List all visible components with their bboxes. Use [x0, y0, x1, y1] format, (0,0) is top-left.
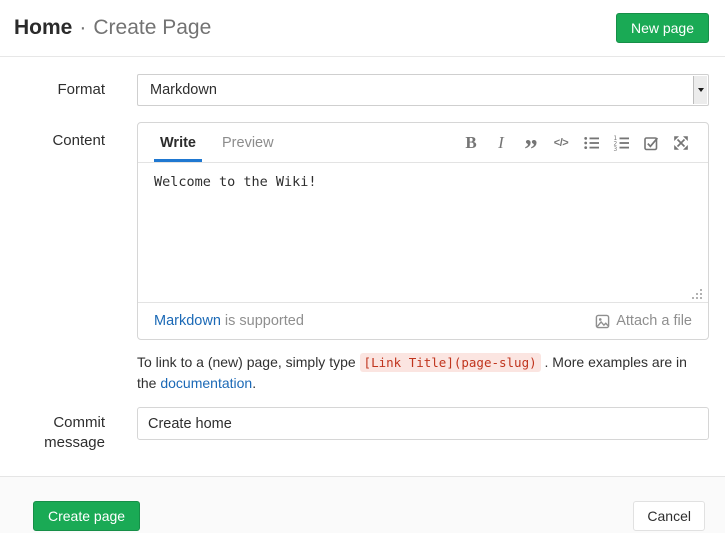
numbered-list-icon: 1 2 3 [613, 135, 630, 151]
markdown-supported-note: Markdown is supported [154, 313, 304, 329]
format-label: Format [0, 74, 105, 106]
editor-toolbar: B I ” </> [460, 123, 692, 162]
commit-message-label: Commit message [0, 407, 105, 453]
form-actions: Create page Cancel [0, 476, 725, 533]
page-title-create-page: Create Page [93, 16, 211, 40]
numbered-list-button[interactable]: 1 2 3 [610, 130, 632, 156]
editor-write-area: Welcome to the Wiki! [138, 163, 708, 302]
format-row: Format Markdown [0, 74, 725, 106]
supported-text: is supported [221, 313, 304, 329]
fullscreen-button[interactable] [670, 130, 692, 156]
content-row: Content Write Preview B I [0, 122, 725, 340]
documentation-link[interactable]: documentation [160, 375, 252, 391]
cancel-button[interactable]: Cancel [633, 501, 705, 531]
bold-button[interactable]: B [460, 130, 482, 156]
new-page-button[interactable]: New page [616, 13, 709, 43]
fullscreen-icon [673, 135, 689, 151]
bullet-list-icon [583, 135, 600, 151]
svg-text:3: 3 [613, 147, 617, 151]
bullet-list-button[interactable] [580, 130, 602, 156]
code-button[interactable]: </> [550, 130, 572, 156]
markdown-editor: Write Preview B I ” [137, 122, 709, 340]
commit-message-input[interactable] [137, 407, 709, 440]
page-title-separator: · [79, 16, 86, 40]
page-header: Home · Create Page New page [0, 0, 725, 57]
page-title: Home · Create Page [14, 16, 211, 40]
quote-button[interactable]: ” [520, 130, 542, 156]
italic-icon: I [498, 133, 504, 153]
attach-file-button[interactable]: Attach a file [595, 313, 692, 329]
wiki-create-form: Format Markdown Content Write Preview [0, 57, 725, 453]
editor-header: Write Preview B I ” [138, 123, 708, 163]
editor-footer: Markdown is supported Attach a file [138, 302, 708, 339]
link-syntax-code: [Link Title](page-slug) [360, 353, 541, 372]
italic-button[interactable]: I [490, 130, 512, 156]
format-select[interactable]: Markdown [137, 74, 709, 106]
link-help-text: To link to a (new) page, simply type [Li… [137, 352, 709, 393]
page-title-home: Home [14, 16, 72, 40]
editor-tabs: Write Preview [154, 123, 294, 162]
format-selected-value: Markdown [150, 82, 217, 98]
help-text-before: To link to a (new) page, simply type [137, 354, 360, 370]
resize-grip-icon[interactable] [691, 288, 703, 300]
task-list-icon [643, 135, 660, 151]
commit-message-row: Commit message [0, 407, 725, 453]
select-arrow-strip [693, 76, 707, 104]
create-page-button[interactable]: Create page [33, 501, 140, 531]
content-label: Content [0, 122, 105, 340]
help-text-period: . [252, 375, 256, 391]
content-editor[interactable]: Welcome to the Wiki! [138, 163, 708, 302]
markdown-help-link[interactable]: Markdown [154, 313, 221, 329]
bold-icon: B [465, 133, 476, 153]
tab-write[interactable]: Write [154, 123, 202, 162]
chevron-down-icon [698, 88, 704, 92]
attach-file-label: Attach a file [616, 313, 692, 329]
tab-preview[interactable]: Preview [216, 123, 280, 162]
code-icon: </> [554, 137, 568, 149]
task-list-button[interactable] [640, 130, 662, 156]
attach-image-icon [595, 314, 610, 329]
